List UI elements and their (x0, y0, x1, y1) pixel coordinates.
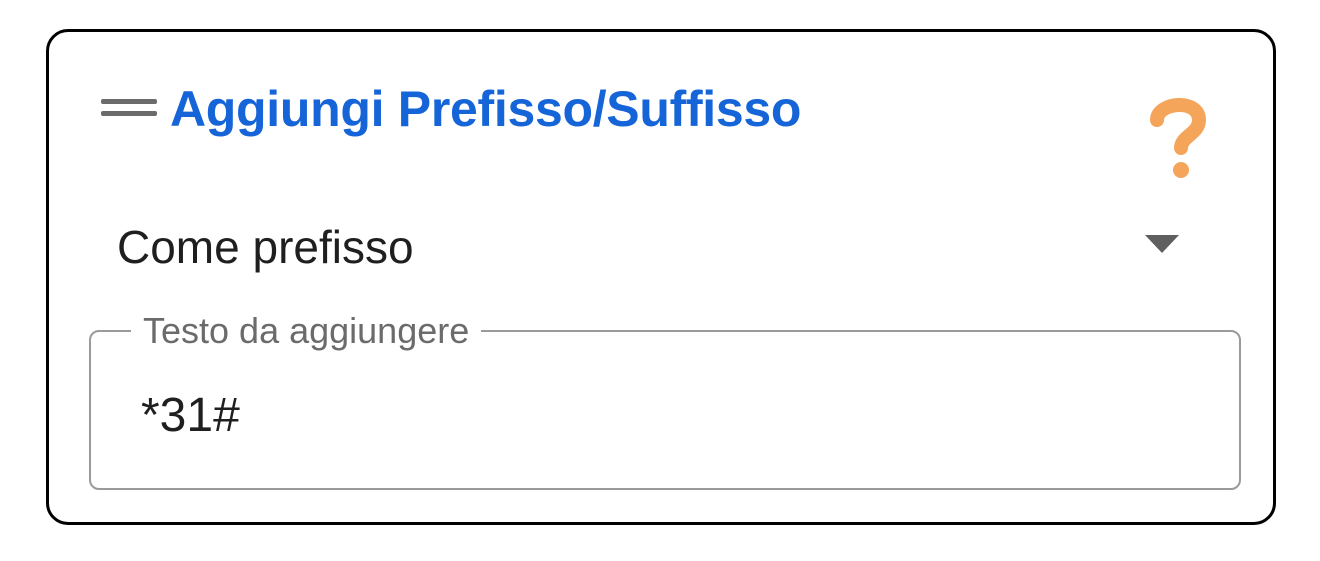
text-to-add-field[interactable]: Testo da aggiungere (89, 310, 1241, 490)
field-label: Testo da aggiungere (131, 310, 482, 352)
question-mark-icon[interactable] (1143, 92, 1213, 182)
drag-handle-icon[interactable] (101, 99, 157, 117)
text-to-add-input[interactable] (141, 388, 1181, 443)
dropdown-arrow-icon (1145, 235, 1179, 253)
prefix-suffix-card: Aggiungi Prefisso/Suffisso Come prefisso… (46, 29, 1276, 525)
select-value: Come prefisso (117, 221, 414, 273)
position-select[interactable]: Come prefisso (115, 212, 1195, 282)
card-title: Aggiungi Prefisso/Suffisso (170, 81, 802, 137)
